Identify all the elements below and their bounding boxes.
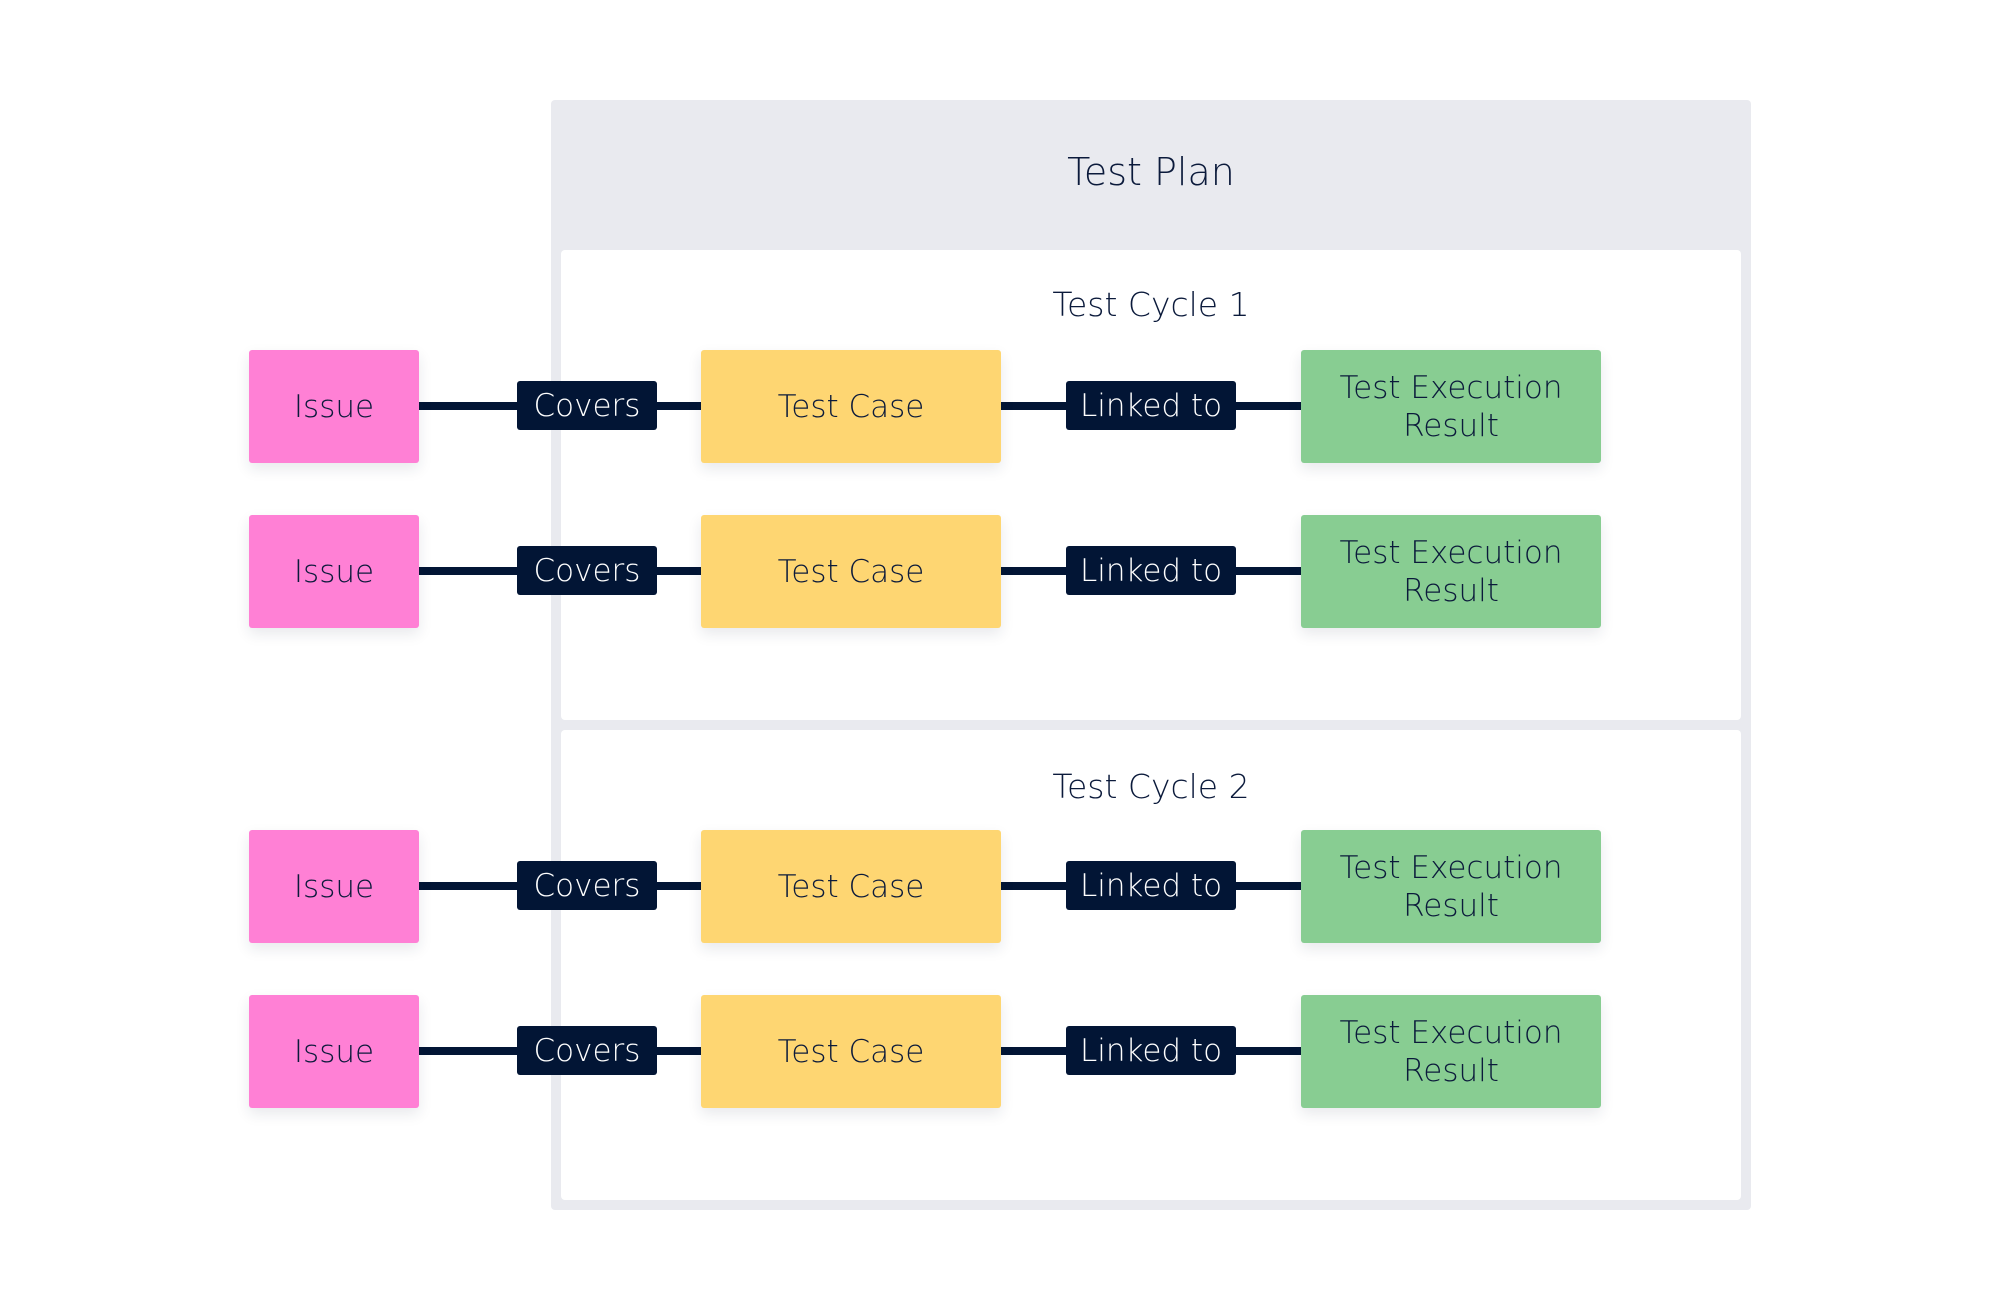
result-line-2: Result (1403, 887, 1499, 924)
linked-to-label: Linked to (1066, 546, 1236, 595)
covers-label: Covers (517, 1026, 657, 1075)
result-line-2: Result (1403, 1052, 1499, 1089)
covers-label: Covers (517, 381, 657, 430)
linked-to-label: Linked to (1066, 861, 1236, 910)
result-line-1: Test Execution (1339, 534, 1563, 571)
test-case-node: Test Case (701, 830, 1001, 943)
result-line-2: Result (1403, 407, 1499, 444)
test-case-node: Test Case (701, 350, 1001, 463)
result-line-1: Test Execution (1339, 369, 1563, 406)
test-cycle-1-title: Test Cycle 1 (1052, 285, 1250, 324)
covers-label: Covers (517, 861, 657, 910)
test-execution-result-node: Test Execution Result (1301, 350, 1601, 463)
test-execution-result-node: Test Execution Result (1301, 515, 1601, 628)
test-case-node: Test Case (701, 995, 1001, 1108)
linked-to-label: Linked to (1066, 381, 1236, 430)
test-plan-title: Test Plan (1067, 150, 1235, 194)
test-execution-result-node: Test Execution Result (1301, 830, 1601, 943)
result-line-1: Test Execution (1339, 1014, 1563, 1051)
issue-node: Issue (249, 830, 419, 943)
issue-node: Issue (249, 995, 419, 1108)
result-line-2: Result (1403, 572, 1499, 609)
test-cycle-2-title: Test Cycle 2 (1052, 767, 1250, 806)
issue-node: Issue (249, 515, 419, 628)
test-case-node: Test Case (701, 515, 1001, 628)
linked-to-label: Linked to (1066, 1026, 1236, 1075)
issue-node: Issue (249, 350, 419, 463)
covers-label: Covers (517, 546, 657, 595)
test-execution-result-node: Test Execution Result (1301, 995, 1601, 1108)
result-line-1: Test Execution (1339, 849, 1563, 886)
